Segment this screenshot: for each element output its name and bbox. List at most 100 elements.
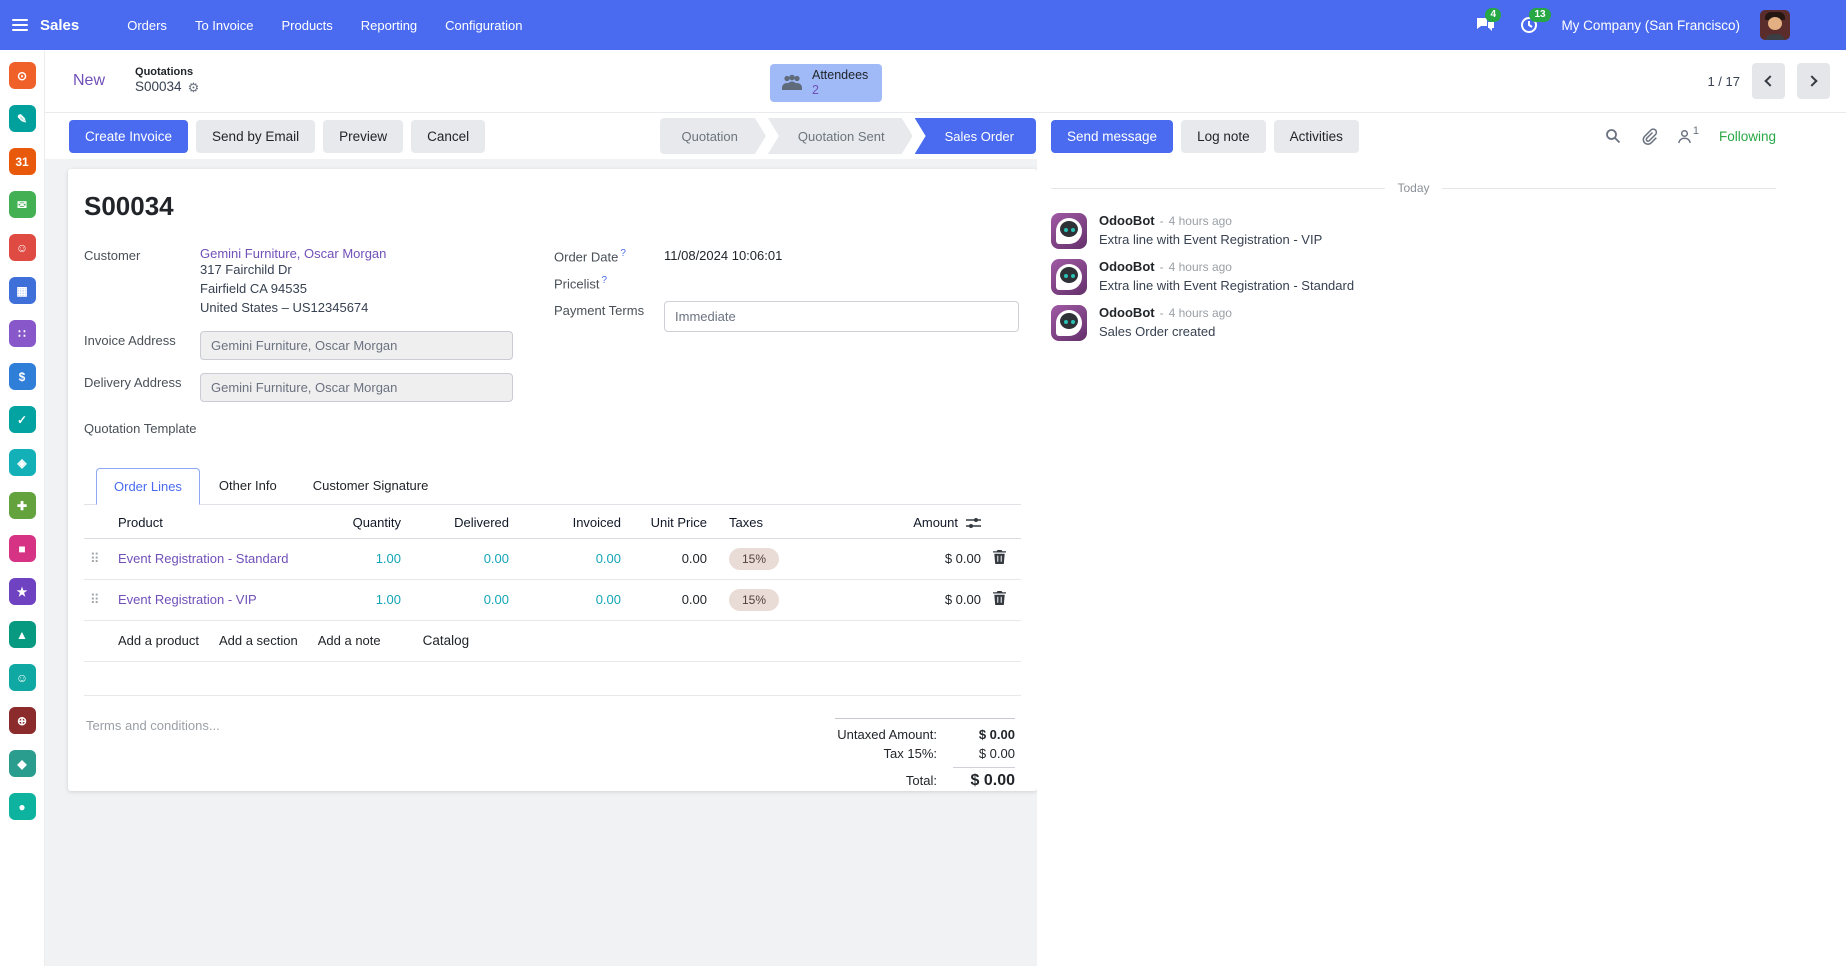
- delivered-cell[interactable]: 0.00: [407, 579, 515, 620]
- tab-other-info[interactable]: Other Info: [202, 468, 294, 504]
- delete-line-icon[interactable]: [993, 591, 1006, 605]
- pager-previous-button[interactable]: [1752, 63, 1785, 99]
- quantity-cell[interactable]: 1.00: [323, 579, 407, 620]
- app-icon-events[interactable]: ★: [9, 578, 36, 605]
- activities-icon[interactable]: 13: [1517, 14, 1541, 36]
- status-quotation[interactable]: Quotation: [660, 118, 766, 154]
- app-icon-sales[interactable]: $: [9, 363, 36, 390]
- menu-to-invoice[interactable]: To Invoice: [195, 18, 254, 33]
- tax-label: Tax 15%:: [884, 746, 937, 761]
- payment-terms-input[interactable]: Immediate: [664, 301, 1019, 332]
- col-delivered[interactable]: Delivered: [407, 505, 515, 539]
- optional-columns-icon[interactable]: [966, 517, 981, 529]
- invoiced-cell[interactable]: 0.00: [515, 538, 627, 579]
- app-icon-helpdesk[interactable]: ●: [9, 793, 36, 820]
- app-icon-recruitment[interactable]: ◆: [9, 750, 36, 777]
- app-icon-knowledge[interactable]: ✎: [9, 105, 36, 132]
- followers-icon[interactable]: 1: [1677, 129, 1699, 144]
- breadcrumb: Quotations S00034 ⚙: [135, 66, 199, 97]
- attendees-button[interactable]: Attendees 2: [770, 64, 882, 102]
- app-icon-documents[interactable]: ✚: [9, 492, 36, 519]
- create-invoice-button[interactable]: Create Invoice: [69, 120, 188, 153]
- delivered-cell[interactable]: 0.00: [407, 538, 515, 579]
- following-toggle[interactable]: Following: [1719, 129, 1776, 144]
- activities-button[interactable]: Activities: [1274, 120, 1359, 153]
- col-product[interactable]: Product: [112, 505, 323, 539]
- app-icon-contacts[interactable]: ☺: [9, 234, 36, 261]
- attendees-label: Attendees: [812, 68, 868, 83]
- app-icon-accounting[interactable]: ▲: [9, 621, 36, 648]
- preview-button[interactable]: Preview: [323, 120, 403, 153]
- add-product-link[interactable]: Add a product: [118, 633, 199, 648]
- app-name[interactable]: Sales: [40, 17, 79, 34]
- app-icon-employees[interactable]: ☺: [9, 664, 36, 691]
- control-panel: Create Invoice Send by Email Preview Can…: [45, 112, 1846, 159]
- app-icon-inventory[interactable]: ◈: [9, 449, 36, 476]
- drag-handle-icon[interactable]: ⠿: [90, 592, 99, 607]
- menu-products[interactable]: Products: [281, 18, 332, 33]
- invoiced-cell[interactable]: 0.00: [515, 579, 627, 620]
- catalog-link[interactable]: Catalog: [423, 633, 470, 648]
- add-note-link[interactable]: Add a note: [318, 633, 381, 648]
- log-note-button[interactable]: Log note: [1181, 120, 1266, 153]
- menu-orders[interactable]: Orders: [127, 18, 167, 33]
- order-date-value[interactable]: 11/08/2024 10:06:01: [664, 246, 782, 264]
- breadcrumb-quotations-link[interactable]: Quotations: [135, 66, 199, 80]
- drag-handle-icon[interactable]: ⠿: [90, 551, 99, 566]
- tab-customer-signature[interactable]: Customer Signature: [296, 468, 446, 504]
- tax-badge[interactable]: 15%: [729, 589, 779, 611]
- add-section-link[interactable]: Add a section: [219, 633, 298, 648]
- unit-price-cell[interactable]: 0.00: [627, 579, 713, 620]
- col-unit-price[interactable]: Unit Price: [627, 505, 713, 539]
- invoice-address-label: Invoice Address: [84, 331, 200, 360]
- chevron-left-icon: [1764, 75, 1775, 86]
- tab-order-lines[interactable]: Order Lines: [96, 468, 200, 505]
- odoobot-avatar: [1051, 305, 1087, 341]
- app-icon-apps[interactable]: ∷: [9, 320, 36, 347]
- messages-icon[interactable]: 4: [1473, 14, 1497, 36]
- search-messages-icon[interactable]: [1605, 128, 1621, 144]
- col-taxes[interactable]: Taxes: [713, 505, 871, 539]
- hamburger-menu-icon[interactable]: [12, 19, 28, 31]
- unit-price-cell[interactable]: 0.00: [627, 538, 713, 579]
- app-icon-attendance[interactable]: ■: [9, 535, 36, 562]
- app-icon-todo[interactable]: ✓: [9, 406, 36, 433]
- col-invoiced[interactable]: Invoiced: [515, 505, 627, 539]
- breadcrumb-new[interactable]: New: [73, 72, 105, 90]
- gear-icon[interactable]: ⚙: [188, 80, 200, 96]
- attachments-icon[interactable]: [1641, 128, 1657, 145]
- odoobot-avatar: [1051, 213, 1087, 249]
- status-quotation-sent[interactable]: Quotation Sent: [768, 118, 913, 154]
- chatter-topbar: Send message Log note Activities 1 Follo…: [1037, 120, 1846, 153]
- app-icon-crm[interactable]: ⊙: [9, 62, 36, 89]
- app-icon-dashboards[interactable]: ▦: [9, 277, 36, 304]
- col-amount[interactable]: Amount: [871, 505, 987, 539]
- app-icon-website[interactable]: ⊕: [9, 707, 36, 734]
- cancel-button[interactable]: Cancel: [411, 120, 485, 153]
- send-message-button[interactable]: Send message: [1051, 120, 1173, 153]
- invoice-address-input[interactable]: Gemini Furniture, Oscar Morgan: [200, 331, 513, 360]
- app-icon-calendar[interactable]: 31: [9, 148, 36, 175]
- send-by-email-button[interactable]: Send by Email: [196, 120, 315, 153]
- delivery-address-input[interactable]: Gemini Furniture, Oscar Morgan: [200, 373, 513, 402]
- order-line-row[interactable]: ⠿ Event Registration - Standard 1.00 0.0…: [84, 538, 1021, 579]
- tax-badge[interactable]: 15%: [729, 548, 779, 570]
- pager-next-button[interactable]: [1797, 63, 1830, 99]
- terms-input[interactable]: Terms and conditions...: [86, 718, 506, 791]
- order-line-row[interactable]: ⠿ Event Registration - VIP 1.00 0.00 0.0…: [84, 579, 1021, 620]
- quantity-cell[interactable]: 1.00: [323, 538, 407, 579]
- app-icon-discuss[interactable]: ✉: [9, 191, 36, 218]
- product-cell[interactable]: Event Registration - Standard: [118, 551, 289, 566]
- product-cell[interactable]: Event Registration - VIP: [118, 592, 257, 607]
- attendees-icon: [780, 74, 804, 92]
- company-switcher[interactable]: My Company (San Francisco): [1561, 18, 1740, 33]
- message-timestamp: 4 hours ago: [1169, 260, 1232, 274]
- form-view-area: S00034 Customer Gemini Furniture, Oscar …: [45, 159, 1037, 966]
- menu-configuration[interactable]: Configuration: [445, 18, 522, 33]
- delete-line-icon[interactable]: [993, 550, 1006, 564]
- col-quantity[interactable]: Quantity: [323, 505, 407, 539]
- menu-reporting[interactable]: Reporting: [361, 18, 417, 33]
- customer-link[interactable]: Gemini Furniture, Oscar Morgan: [200, 246, 386, 261]
- user-avatar[interactable]: [1760, 10, 1790, 40]
- status-sales-order[interactable]: Sales Order: [915, 118, 1036, 154]
